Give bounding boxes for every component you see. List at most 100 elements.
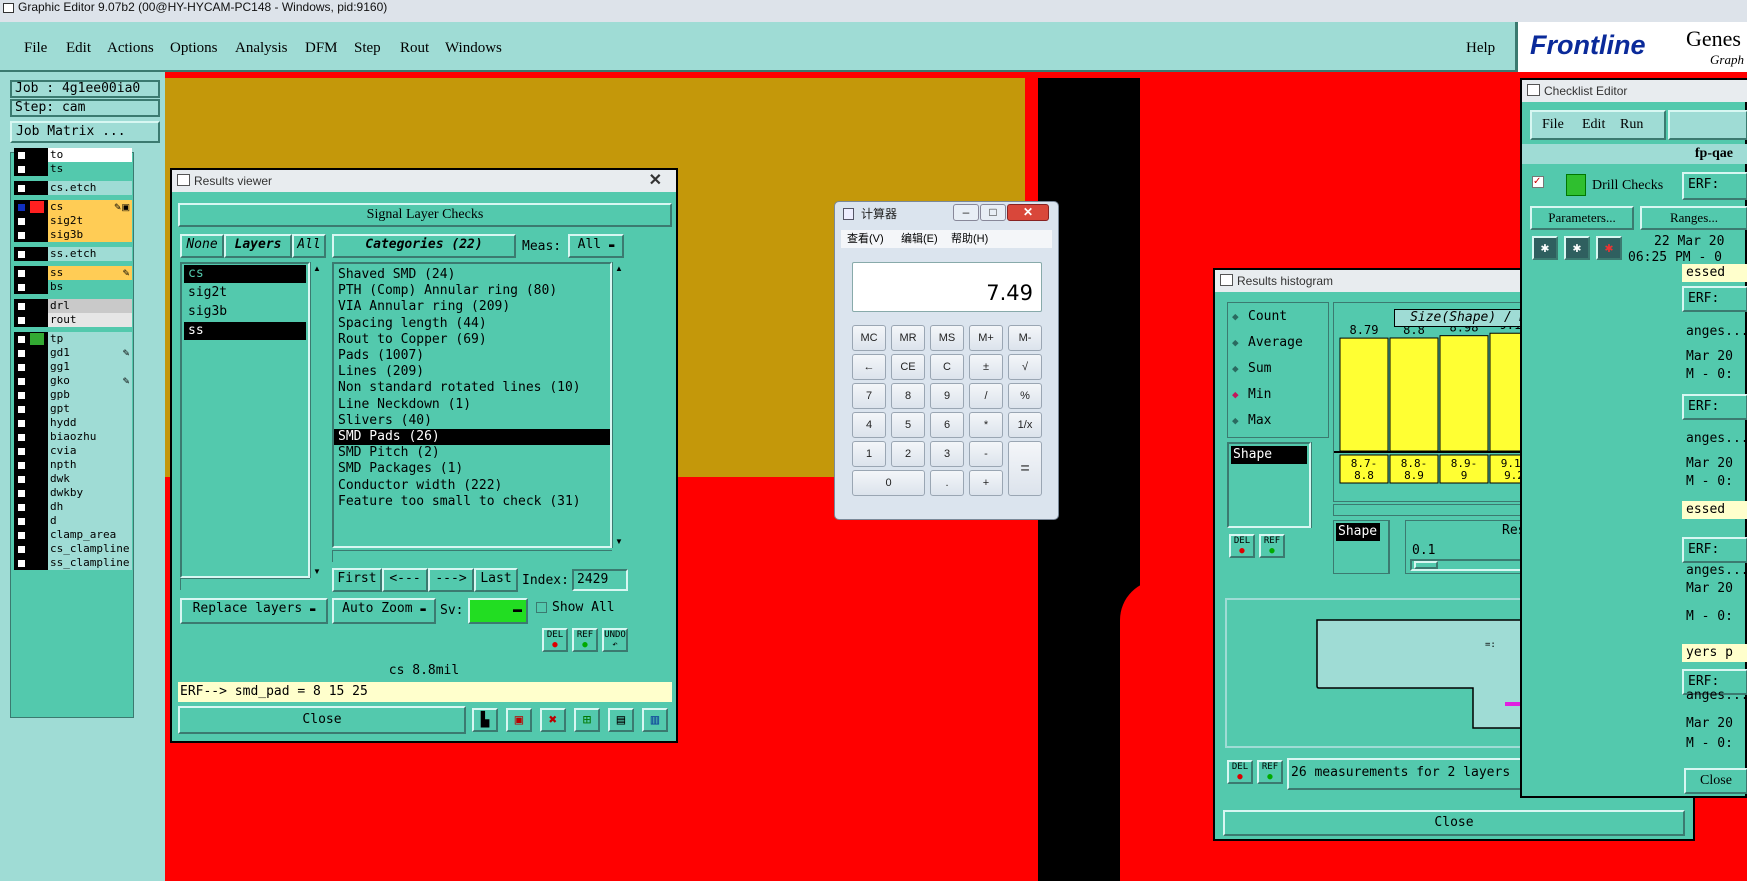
menu-analysis[interactable]: Analysis — [235, 40, 288, 57]
category-item[interactable]: Shaved SMD (24) — [334, 267, 610, 283]
layer-name[interactable]: cs.etch — [48, 181, 132, 195]
close-icon[interactable]: ✕ — [1007, 204, 1049, 221]
layer-name[interactable]: gd1 — [48, 346, 132, 360]
category-item[interactable]: SMD Pitch (2) — [334, 445, 610, 461]
scroll-down-icon[interactable]: ▼ — [615, 537, 623, 546]
layer-name[interactable]: gpt — [48, 402, 132, 416]
calc-key[interactable]: = — [1008, 441, 1042, 496]
category-item[interactable]: Pads (1007) — [334, 348, 610, 364]
shape-field-scrollbar[interactable] — [1389, 520, 1401, 574]
calc-key[interactable]: 2 — [891, 441, 925, 467]
histogram-option[interactable]: ◆ Count — [1232, 307, 1287, 327]
layer-row[interactable]: cs ✎▣ — [14, 200, 132, 214]
layer-name[interactable]: clamp_area — [48, 528, 132, 542]
close-icon[interactable]: ✕ — [649, 170, 662, 192]
layer-checkbox[interactable] — [17, 433, 26, 442]
del-button[interactable]: DEL ● — [1229, 534, 1255, 558]
calc-key[interactable]: C — [930, 354, 964, 380]
layer-name[interactable]: cvia — [48, 444, 132, 458]
report-tool-icon[interactable]: ▤ — [608, 708, 634, 732]
menu-edit[interactable]: Edit — [1582, 117, 1605, 133]
layer-checkbox[interactable] — [17, 475, 26, 484]
all-button[interactable]: All — [292, 234, 326, 258]
calc-key[interactable]: 5 — [891, 412, 925, 438]
layer-checkbox[interactable] — [17, 503, 26, 512]
menu-windows[interactable]: Windows — [445, 40, 502, 57]
category-item[interactable]: VIA Annular ring (209) — [334, 299, 610, 315]
layer-name[interactable]: dh — [48, 500, 132, 514]
layer-checkbox[interactable] — [17, 517, 26, 526]
histogram-option[interactable]: ◆ Average — [1232, 333, 1303, 353]
auto-zoom-dropdown[interactable]: Auto Zoom ▬ — [332, 598, 436, 624]
maximize-icon[interactable]: □ — [980, 204, 1006, 221]
erf-button[interactable]: ERF: — [1682, 537, 1747, 563]
layer-row[interactable]: cvia — [14, 444, 132, 458]
layer-row[interactable]: ss.etch — [14, 247, 132, 261]
histogram-bar[interactable] — [1389, 337, 1439, 452]
scroll-down-icon[interactable]: ▼ — [313, 567, 321, 576]
histogram-option[interactable]: ◆ Sum — [1232, 359, 1271, 379]
layer-checkbox[interactable] — [17, 231, 26, 240]
cross-tool-icon[interactable]: ✖ — [540, 708, 566, 732]
ref-button[interactable]: REF ● — [572, 628, 598, 652]
layer-row[interactable]: rout — [14, 313, 132, 327]
stop-icon[interactable]: ✱ — [1596, 236, 1622, 260]
run-icon[interactable]: ✱ — [1532, 236, 1558, 260]
layer-row[interactable]: bs — [14, 280, 132, 294]
layer-name[interactable]: gko — [48, 374, 132, 388]
histogram-option[interactable]: ◆ Min — [1232, 385, 1271, 405]
layer-name[interactable]: gg1 — [48, 360, 132, 374]
slider-handle[interactable] — [1414, 561, 1438, 569]
layer-hscrollbar[interactable] — [180, 578, 310, 590]
replace-layers-dropdown[interactable]: Replace layers ▬ — [180, 598, 328, 624]
first-button[interactable]: First — [332, 568, 382, 592]
layer-row[interactable]: dwk — [14, 472, 132, 486]
layer-name[interactable]: ss_clampline — [48, 556, 132, 570]
shape-scrollbar[interactable] — [1311, 442, 1323, 528]
del-button[interactable]: DEL ● — [1227, 760, 1253, 784]
layer-checkbox[interactable] — [17, 165, 26, 174]
category-item[interactable]: Feature too small to check (31) — [334, 494, 610, 510]
step-tool-icon[interactable]: ⊞ — [574, 708, 600, 732]
shape-listbox[interactable]: Shape — [1227, 442, 1311, 528]
calc-key[interactable]: MR — [891, 325, 925, 351]
run-all-icon[interactable]: ✱ — [1564, 236, 1590, 260]
calc-key[interactable]: √ — [1008, 354, 1042, 380]
layer-row[interactable]: gko ✎ — [14, 374, 132, 388]
category-item[interactable]: Slivers (40) — [334, 413, 610, 429]
erf-button[interactable]: ERF: — [1682, 286, 1747, 312]
menu-help[interactable]: 帮助(H) — [951, 230, 988, 248]
layer-list-item[interactable]: ss — [184, 322, 306, 340]
layer-list-item[interactable]: sig3b — [184, 303, 306, 321]
menu-run[interactable]: Run — [1620, 117, 1643, 133]
scroll-up-icon[interactable]: ▲ — [313, 264, 321, 273]
layer-row[interactable]: dh — [14, 500, 132, 514]
layer-checkbox[interactable] — [17, 283, 26, 292]
histogram-close-button[interactable]: Close — [1223, 810, 1685, 836]
index-input[interactable]: 2429 — [572, 569, 628, 591]
layer-row[interactable]: ss_clampline — [14, 556, 132, 570]
layer-name[interactable]: rout — [48, 313, 132, 327]
layer-checkbox[interactable] — [17, 391, 26, 400]
menu-options[interactable]: Options — [170, 40, 218, 57]
layer-name[interactable]: cs_clampline — [48, 542, 132, 556]
calc-key[interactable]: MS — [930, 325, 964, 351]
parameters-button[interactable]: Parameters... — [1530, 206, 1634, 230]
layer-name[interactable]: gpb — [48, 388, 132, 402]
layer-name[interactable]: npth — [48, 458, 132, 472]
calc-key[interactable]: + — [969, 470, 1003, 496]
layer-name[interactable]: ss — [48, 266, 132, 280]
layer-checkbox[interactable] — [17, 419, 26, 428]
undo-button[interactable]: UNDO ↶ — [602, 628, 628, 652]
layer-checkbox[interactable] — [17, 377, 26, 386]
histogram-bar[interactable] — [1439, 335, 1489, 452]
histogram-tool-icon[interactable]: ▥ — [642, 708, 668, 732]
check-flag-icon[interactable]: ✓ — [1532, 176, 1544, 188]
calc-key[interactable]: 6 — [930, 412, 964, 438]
next-button[interactable]: ---> — [428, 568, 474, 592]
category-item[interactable]: Rout to Copper (69) — [334, 332, 610, 348]
ranges-button[interactable]: Ranges... — [1640, 206, 1747, 230]
layer-checkbox[interactable] — [17, 461, 26, 470]
calc-key[interactable]: 4 — [852, 412, 886, 438]
close-button[interactable]: Close — [178, 706, 466, 734]
